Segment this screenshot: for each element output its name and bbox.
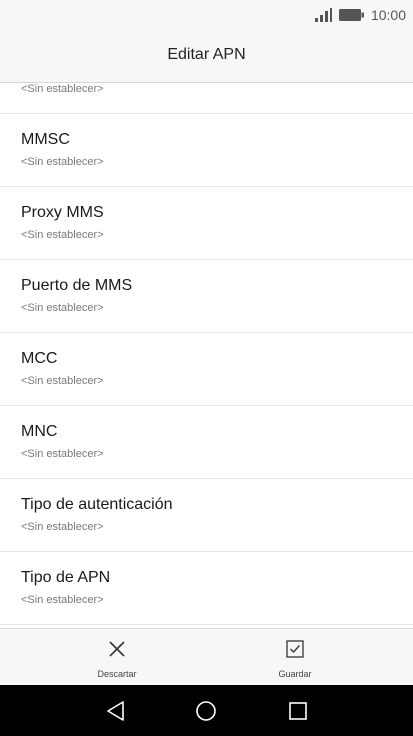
list-item-mnc[interactable]: MNC <Sin establecer> <box>0 406 413 479</box>
app-header: Editar APN <box>0 30 413 83</box>
save-button[interactable]: Guardar <box>192 629 398 686</box>
battery-icon <box>338 9 364 21</box>
list-item-value: <Sin establecer> <box>21 156 104 168</box>
close-icon <box>109 641 125 657</box>
back-icon[interactable] <box>104 699 128 723</box>
status-bar: 10:00 <box>0 0 413 30</box>
list-item-title: MMSC <box>21 131 70 148</box>
list-item-value: <Sin establecer> <box>21 302 104 314</box>
list-item-title: Puerto de MMS <box>21 277 133 294</box>
apn-settings-list[interactable]: <Sin establecer> MMSC <Sin establecer> P… <box>0 83 413 628</box>
list-item[interactable]: <Sin establecer> <box>0 83 413 114</box>
recents-icon[interactable] <box>286 699 310 723</box>
list-item-mmsc[interactable]: MMSC <Sin establecer> <box>0 114 413 187</box>
home-icon[interactable] <box>194 699 218 723</box>
list-item-apn-type[interactable]: Tipo de APN <Sin establecer> <box>0 552 413 625</box>
list-item-title: Tipo de APN <box>21 569 111 586</box>
save-label: Guardar <box>278 669 312 679</box>
list-item-title: MNC <box>21 423 58 440</box>
list-item-title: MCC <box>21 350 58 367</box>
discard-button[interactable]: Descartar <box>14 629 220 686</box>
list-item-proxy-mms[interactable]: Proxy MMS <Sin establecer> <box>0 187 413 260</box>
list-item-mcc[interactable]: MCC <Sin establecer> <box>0 333 413 406</box>
list-item-value: <Sin establecer> <box>21 83 104 95</box>
page-title: Editar APN <box>167 46 246 63</box>
list-item-value: <Sin establecer> <box>21 375 104 387</box>
discard-label: Descartar <box>97 669 137 679</box>
list-item-mms-port[interactable]: Puerto de MMS <Sin establecer> <box>0 260 413 333</box>
action-bar: Descartar Guardar <box>0 628 413 686</box>
list-item-value: <Sin establecer> <box>21 229 104 241</box>
signal-icon <box>314 8 332 22</box>
list-item-title: Tipo de autenticación <box>21 496 173 513</box>
system-nav-bar <box>0 685 413 736</box>
list-item-value: <Sin establecer> <box>21 594 104 606</box>
list-item-value: <Sin establecer> <box>21 521 104 533</box>
list-item-auth-type[interactable]: Tipo de autenticación <Sin establecer> <box>0 479 413 552</box>
checkbox-icon <box>286 640 304 658</box>
list-item-value: <Sin establecer> <box>21 448 104 460</box>
clock: 10:00 <box>370 7 406 23</box>
status-icons: 10:00 <box>314 6 406 24</box>
list-item-title: Proxy MMS <box>21 204 104 221</box>
